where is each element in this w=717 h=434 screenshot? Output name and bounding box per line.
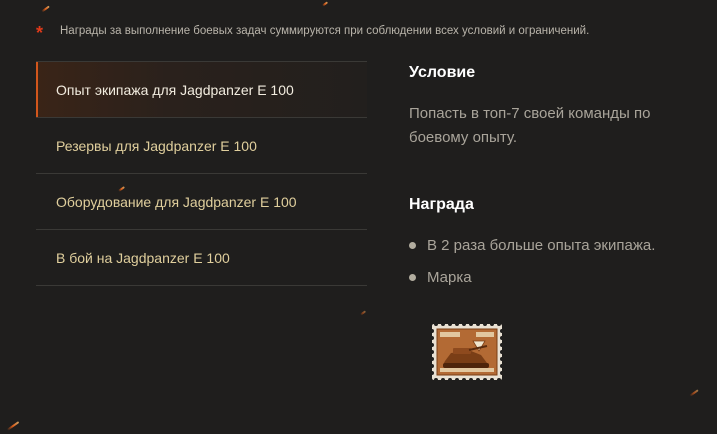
spark-decoration — [321, 1, 329, 7]
mission-item-label: Резервы для Jagdpanzer E 100 — [56, 137, 257, 154]
reward-list: В 2 раза больше опыта экипажа. Марка — [409, 230, 699, 294]
reward-item-text: В 2 раза больше опыта экипажа. — [427, 237, 656, 254]
reward-title: Награда — [409, 196, 474, 213]
mission-detail: Условие Попасть в топ-7 своей команды по… — [409, 60, 699, 294]
mission-item-label: Оборудование для Jagdpanzer E 100 — [56, 193, 297, 210]
mission-item-label: В бой на Jagdpanzer E 100 — [56, 249, 230, 266]
rewards-notice: * Награды за выполнение боевых задач сум… — [36, 22, 590, 43]
notice-text: Награды за выполнение боевых задач сумми… — [60, 25, 590, 37]
spark-decoration — [359, 310, 367, 316]
stamp-icon[interactable] — [430, 322, 504, 382]
bullet-icon — [409, 274, 416, 281]
spark-decoration — [41, 5, 50, 13]
mission-item-reserves[interactable]: Резервы для Jagdpanzer E 100 — [36, 118, 367, 174]
reward-item: В 2 раза больше опыта экипажа. — [409, 230, 699, 262]
spark-decoration — [6, 421, 20, 431]
mission-list: Опыт экипажа для Jagdpanzer E 100 Резерв… — [36, 61, 367, 286]
mission-item-battle[interactable]: В бой на Jagdpanzer E 100 — [36, 230, 367, 286]
bullet-icon — [409, 242, 416, 249]
mission-item-label: Опыт экипажа для Jagdpanzer E 100 — [56, 81, 294, 98]
mission-item-crew-experience[interactable]: Опыт экипажа для Jagdpanzer E 100 — [36, 62, 367, 118]
asterisk-icon: * — [36, 23, 44, 43]
spark-decoration — [689, 389, 699, 397]
reward-item: Марка — [409, 262, 699, 294]
reward-item-text: Марка — [427, 269, 472, 286]
mission-item-equipment[interactable]: Оборудование для Jagdpanzer E 100 — [36, 174, 367, 230]
condition-title: Условие — [409, 64, 476, 81]
condition-text: Попасть в топ-7 своей команды по боевому… — [409, 105, 651, 146]
